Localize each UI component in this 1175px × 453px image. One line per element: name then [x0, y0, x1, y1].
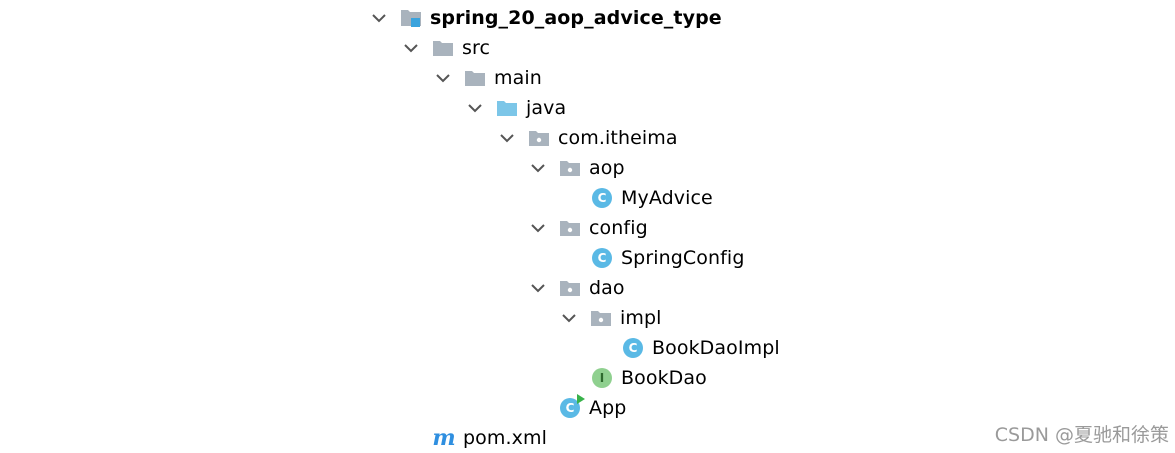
tree-node-label: App — [589, 397, 627, 419]
package-icon — [558, 157, 582, 179]
tree-node-java[interactable]: java — [464, 93, 566, 123]
chevron-down-icon[interactable] — [496, 127, 518, 149]
tree-node-springconfig[interactable]: C SpringConfig — [590, 243, 744, 273]
tree-node-config[interactable]: config — [527, 213, 648, 243]
tree-node-label: MyAdvice — [621, 187, 713, 209]
tree-node-label: BookDaoImpl — [652, 337, 780, 359]
folder-icon — [463, 67, 487, 89]
chevron-down-icon[interactable] — [400, 37, 422, 59]
tree-node-main[interactable]: main — [432, 63, 542, 93]
runnable-class-icon: C — [558, 394, 585, 419]
package-icon — [527, 127, 551, 149]
tree-node-label: java — [526, 97, 567, 119]
run-icon — [577, 394, 585, 404]
maven-icon: m — [432, 425, 456, 451]
tree-node-label: config — [589, 217, 648, 239]
chevron-down-icon[interactable] — [432, 67, 454, 89]
class-icon: C — [621, 337, 645, 359]
tree-node-src[interactable]: src — [400, 33, 490, 63]
tree-node-label: impl — [620, 307, 662, 329]
class-icon: C — [590, 247, 614, 269]
tree-node-label: BookDao — [621, 367, 707, 389]
tree-node-bookdao[interactable]: I BookDao — [590, 363, 707, 393]
tree-node-label: SpringConfig — [621, 247, 745, 269]
chevron-down-icon[interactable] — [527, 217, 549, 239]
chevron-down-icon[interactable] — [527, 157, 549, 179]
package-icon — [558, 217, 582, 239]
tree-node-label: main — [494, 67, 542, 89]
tree-node-label: pom.xml — [463, 427, 547, 449]
project-folder-icon — [399, 7, 423, 29]
package-icon — [589, 307, 613, 329]
chevron-down-icon[interactable] — [464, 97, 486, 119]
tree-node-label: dao — [589, 277, 625, 299]
class-icon: C — [590, 187, 614, 209]
package-icon — [558, 277, 582, 299]
chevron-down-icon[interactable] — [558, 307, 580, 329]
folder-icon — [431, 37, 455, 59]
tree-node-aop[interactable]: aop — [527, 153, 625, 183]
tree-node-label: src — [462, 37, 491, 59]
tree-node-label: aop — [589, 157, 625, 179]
tree-node-app[interactable]: C App — [558, 393, 626, 423]
chevron-down-icon[interactable] — [368, 7, 390, 29]
tree-node-impl[interactable]: impl — [558, 303, 662, 333]
tree-node-label: com.itheima — [558, 127, 678, 149]
tree-node-com-itheima[interactable]: com.itheima — [496, 123, 678, 153]
chevron-down-icon[interactable] — [527, 277, 549, 299]
tree-node-pom[interactable]: m pom.xml — [432, 423, 547, 453]
tree-node-dao[interactable]: dao — [527, 273, 625, 303]
tree-node-bookdaoimpl[interactable]: C BookDaoImpl — [621, 333, 780, 363]
tree-node-project[interactable]: spring_20_aop_advice_type — [368, 3, 722, 33]
tree-node-label: spring_20_aop_advice_type — [430, 7, 722, 29]
interface-icon: I — [590, 367, 614, 389]
watermark: CSDN @夏驰和徐策 — [994, 424, 1169, 446]
source-root-folder-icon — [495, 97, 519, 119]
tree-node-myadvice[interactable]: C MyAdvice — [590, 183, 713, 213]
